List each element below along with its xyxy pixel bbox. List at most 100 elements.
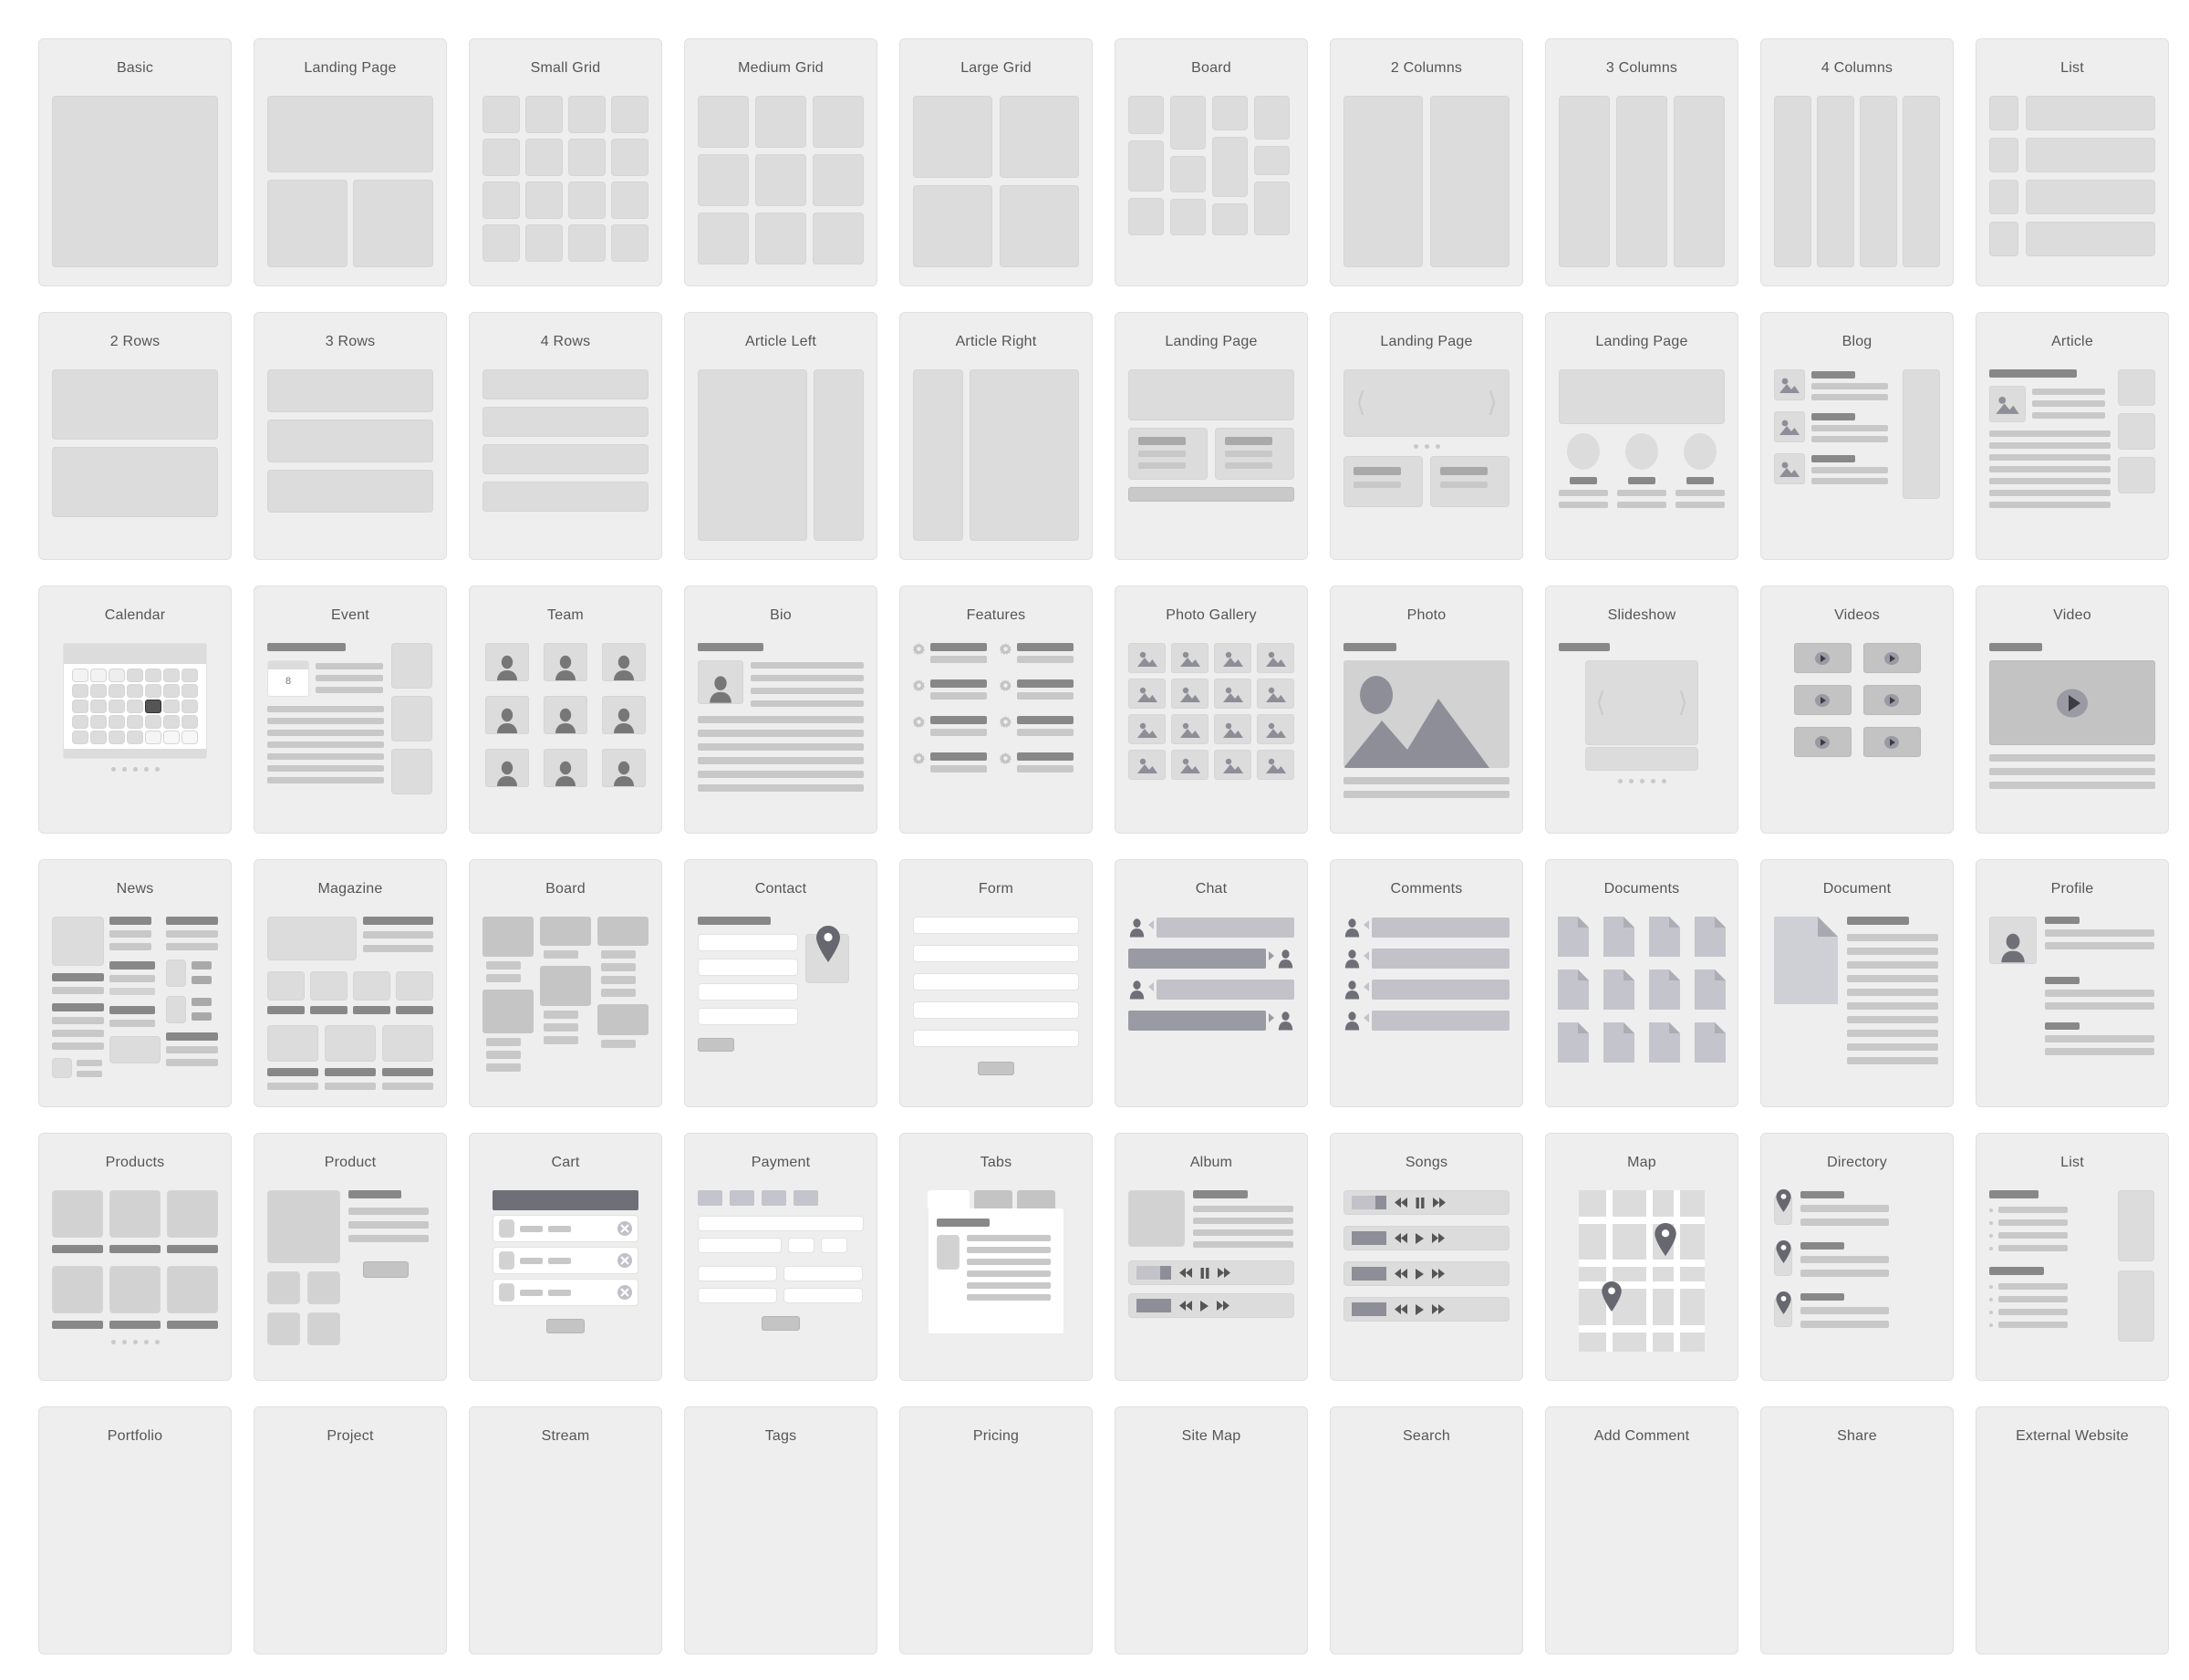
template-card-document[interactable]: Document [1760, 859, 1954, 1107]
template-card-documents[interactable]: Documents [1545, 859, 1738, 1107]
template-card-event[interactable]: Event 8 [254, 586, 447, 834]
template-card-landing-page-3[interactable]: Landing Page ⟨ ⟩ [1330, 312, 1523, 560]
template-card-album[interactable]: Album [1115, 1133, 1308, 1381]
template-card-profile[interactable]: Profile [1976, 859, 2169, 1107]
template-card-map[interactable]: Map [1545, 1133, 1738, 1381]
directory-row[interactable] [1774, 1291, 1940, 1328]
submit-button[interactable] [698, 1038, 734, 1052]
form-field[interactable] [913, 973, 1079, 990]
template-card-stream[interactable]: Stream [469, 1406, 662, 1654]
chevron-right-icon[interactable]: ⟩ [1677, 689, 1688, 717]
template-card-product[interactable]: Product [254, 1133, 447, 1381]
payment-method-icon[interactable] [698, 1190, 722, 1206]
template-card-tabs[interactable]: Tabs [899, 1133, 1093, 1381]
payment-method-icon[interactable] [794, 1190, 818, 1206]
player-row[interactable] [1128, 1260, 1294, 1285]
chevron-right-icon[interactable]: ⟩ [1487, 389, 1498, 417]
video-thumbnail[interactable] [1862, 643, 1921, 673]
template-card-four-columns[interactable]: 4 Columns [1760, 38, 1954, 286]
template-card-products[interactable]: Products [38, 1133, 232, 1381]
template-card-external-website[interactable]: External Website [1976, 1406, 2169, 1654]
contact-field[interactable] [698, 1008, 798, 1025]
pay-button[interactable] [762, 1316, 800, 1331]
template-card-list-1[interactable]: List [1976, 38, 2169, 286]
submit-button[interactable] [978, 1062, 1014, 1075]
template-card-site-map[interactable]: Site Map [1115, 1406, 1308, 1654]
video-thumbnail[interactable] [1793, 685, 1852, 715]
template-card-two-rows[interactable]: 2 Rows [38, 312, 232, 560]
cart-row[interactable] [493, 1247, 638, 1274]
template-card-board-1[interactable]: Board [1115, 38, 1308, 286]
video-thumbnail[interactable] [1793, 643, 1852, 673]
chevron-left-icon[interactable]: ⟨ [1595, 689, 1606, 717]
map-canvas[interactable] [1579, 1190, 1705, 1352]
template-card-article-right[interactable]: Article Right [899, 312, 1093, 560]
payment-method-icon[interactable] [730, 1190, 754, 1206]
checkout-button[interactable] [546, 1319, 585, 1333]
template-card-videos[interactable]: Videos [1760, 586, 1954, 834]
template-card-three-rows[interactable]: 3 Rows [254, 312, 447, 560]
template-card-landing-page-1[interactable]: Landing Page [254, 38, 447, 286]
billing-field[interactable] [783, 1266, 863, 1281]
billing-field[interactable] [698, 1266, 777, 1281]
calendar-widget[interactable] [63, 643, 207, 759]
template-card-four-rows[interactable]: 4 Rows [469, 312, 662, 560]
chevron-left-icon[interactable]: ⟨ [1355, 389, 1366, 417]
template-card-landing-page-4[interactable]: Landing Page [1545, 312, 1738, 560]
card-number-field[interactable] [698, 1216, 864, 1231]
template-card-video[interactable]: Video [1976, 586, 2169, 834]
song-row[interactable] [1343, 1297, 1509, 1322]
template-card-list-2[interactable]: List [1976, 1133, 2169, 1381]
template-card-pricing[interactable]: Pricing [899, 1406, 1093, 1654]
calendar-dots[interactable] [52, 767, 218, 772]
template-card-slideshow[interactable]: Slideshow ⟨ ⟩ [1545, 586, 1738, 834]
template-card-two-columns[interactable]: 2 Columns [1330, 38, 1523, 286]
template-card-search[interactable]: Search [1330, 1406, 1523, 1654]
template-card-blog[interactable]: Blog [1760, 312, 1954, 560]
form-field[interactable] [913, 945, 1079, 962]
template-card-photo[interactable]: Photo [1330, 586, 1523, 834]
template-card-magazine[interactable]: Magazine [254, 859, 447, 1107]
template-card-songs[interactable]: Songs [1330, 1133, 1523, 1381]
directory-row[interactable] [1774, 1240, 1940, 1277]
template-card-project[interactable]: Project [254, 1406, 447, 1654]
contact-field[interactable] [698, 934, 798, 951]
template-card-board-2[interactable]: Board [469, 859, 662, 1107]
song-row[interactable] [1343, 1226, 1509, 1250]
song-row[interactable] [1343, 1190, 1509, 1215]
slideshow-dots[interactable] [1559, 779, 1725, 783]
template-card-landing-page-2[interactable]: Landing Page [1115, 312, 1308, 560]
template-card-comments[interactable]: Comments [1330, 859, 1523, 1107]
payment-method-icon[interactable] [762, 1190, 786, 1206]
billing-field[interactable] [783, 1288, 863, 1303]
video-thumbnail[interactable] [1862, 727, 1921, 757]
template-card-article-left[interactable]: Article Left [684, 312, 877, 560]
template-card-add-comment[interactable]: Add Comment [1545, 1406, 1738, 1654]
carousel[interactable]: ⟨ ⟩ [1343, 369, 1509, 437]
cta-banner[interactable] [1128, 487, 1294, 502]
template-card-news[interactable]: News [38, 859, 232, 1107]
template-card-tags[interactable]: Tags [684, 1406, 877, 1654]
template-card-basic[interactable]: Basic [38, 38, 232, 286]
template-card-portfolio[interactable]: Portfolio [38, 1406, 232, 1654]
month-field[interactable] [788, 1238, 814, 1253]
template-card-form[interactable]: Form [899, 859, 1093, 1107]
contact-field[interactable] [698, 959, 798, 976]
tab-active[interactable] [928, 1190, 970, 1208]
template-card-contact[interactable]: Contact [684, 859, 877, 1107]
template-card-calendar[interactable]: Calendar [38, 586, 232, 834]
video-thumbnail[interactable] [1793, 727, 1852, 757]
template-card-large-grid[interactable]: Large Grid [899, 38, 1093, 286]
template-card-payment[interactable]: Payment [684, 1133, 877, 1381]
billing-field[interactable] [698, 1288, 777, 1303]
template-card-three-columns[interactable]: 3 Columns [1545, 38, 1738, 286]
calendar-selected-day[interactable] [145, 700, 161, 713]
contact-field[interactable] [698, 983, 798, 1001]
template-card-photo-gallery[interactable]: Photo Gallery [1115, 586, 1308, 834]
cart-row[interactable] [493, 1215, 638, 1242]
form-field[interactable] [913, 1030, 1079, 1047]
template-card-bio[interactable]: Bio [684, 586, 877, 834]
player-row[interactable] [1128, 1293, 1294, 1318]
directory-row[interactable] [1774, 1189, 1940, 1226]
buy-button[interactable] [363, 1261, 409, 1278]
